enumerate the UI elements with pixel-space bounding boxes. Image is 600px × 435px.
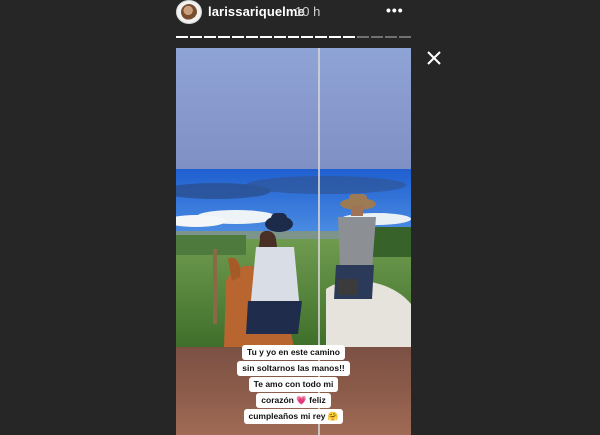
progress-segment [315,36,328,38]
progress-segment [357,36,370,38]
close-icon[interactable] [424,48,444,68]
progress-segment [273,36,286,38]
story-content[interactable]: Tu y yo en este camino sin soltarnos las… [176,48,411,435]
progress-segment [343,36,356,38]
progress-segment [399,36,411,38]
caption-line: corazón 💗 feliz [256,393,331,408]
caption-line: Tu y yo en este camino [242,345,345,360]
progress-segment [329,36,342,38]
story-header: larissariquelme 10 h ••• [0,0,600,34]
caption-line: cumpleaños mi rey 🤗 [243,409,344,424]
progress-segment [176,36,188,38]
more-options-icon[interactable]: ••• [386,2,404,18]
avatar-image [181,4,197,20]
progress-segment [189,36,202,38]
progress-segment [371,36,384,38]
story-progress-bar [176,36,411,39]
avatar[interactable] [176,0,202,24]
progress-segment [287,36,300,38]
story-photo [176,169,411,347]
caption-line: Te amo con todo mi [248,377,339,392]
progress-segment [231,36,244,38]
progress-segment [203,36,216,38]
progress-segment [217,36,230,38]
story-background-top [176,48,411,170]
progress-segment [301,36,314,38]
progress-segment [259,36,272,38]
caption-line: sin soltarnos las manos!! [237,361,350,376]
progress-segment [385,36,397,38]
username[interactable]: larissariquelme [208,4,305,19]
story-caption: Tu y yo en este camino sin soltarnos las… [176,344,411,424]
progress-segment [245,36,258,38]
timestamp: 10 h [295,4,321,19]
